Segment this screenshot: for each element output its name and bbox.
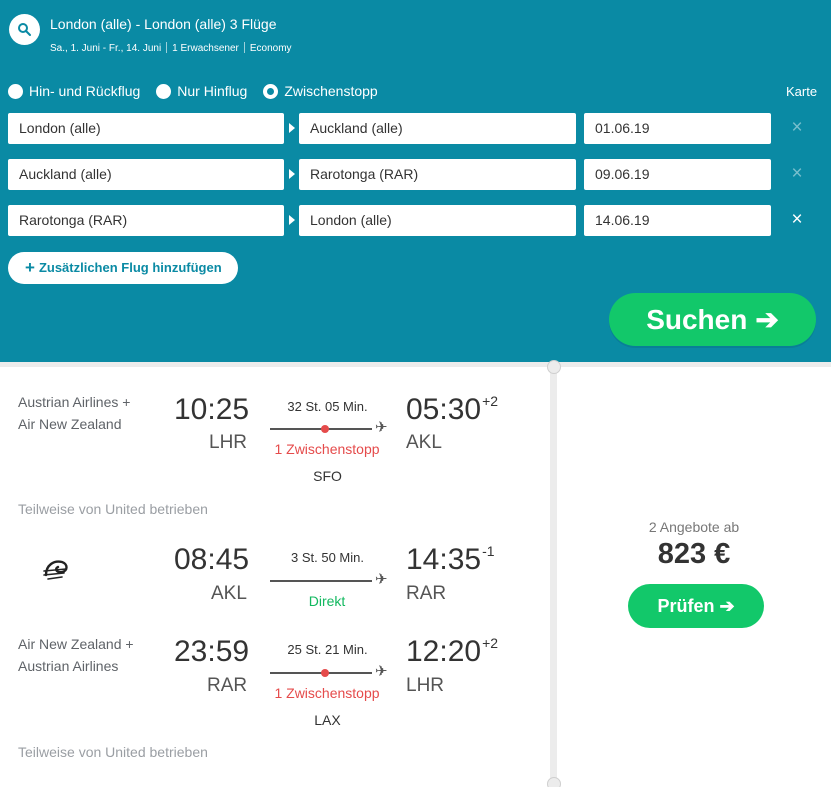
map-link[interactable]: Karte [786, 84, 817, 99]
destination-input[interactable]: Rarotonga (RAR) [299, 159, 576, 190]
radio-circle[interactable] [156, 83, 172, 99]
depart-airport: LHR [209, 432, 248, 453]
price-panel: 2 Angebote ab 823 € Prüfen ➔ [557, 367, 831, 787]
offers-count: 2 Angebote ab [648, 519, 740, 535]
date-input[interactable]: 01.06.19 [584, 113, 771, 144]
search-panel: London (alle) - London (alle) 3 Flüge Sa… [0, 0, 831, 362]
check-offer-button[interactable]: Prüfen ➔ [628, 584, 764, 628]
origin-input[interactable]: Rarotonga (RAR) [8, 205, 284, 236]
trip-type-label: Hin- und Rückflug [29, 83, 141, 99]
search-button-label: Suchen [646, 304, 748, 335]
traveler-count: 1 Erwachsener [172, 43, 239, 54]
arrive-time-value: 14:35 [406, 543, 482, 576]
plane-icon: ✈ [375, 571, 388, 588]
depart-airport: RAR [207, 675, 248, 696]
day-offset: -1 [482, 543, 495, 559]
price-value: 823 € [657, 538, 731, 570]
trip-type-one-way[interactable]: Nur Hinflug [156, 83, 247, 99]
operated-by-note: Teilweise von United betrieben [18, 744, 208, 760]
remove-leg-icon[interactable]: × [786, 209, 808, 231]
arrow-right-icon [289, 215, 295, 225]
radio-circle-selected[interactable] [263, 83, 279, 99]
flight-leg-1: London (alle) Auckland (alle) 01.06.19 × [8, 113, 818, 144]
arrive-airport: RAR [406, 583, 447, 604]
itinerary-panel[interactable]: Austrian Airlines + Air New Zealand 10:2… [0, 367, 550, 787]
radio-circle[interactable] [8, 83, 23, 99]
result-card[interactable]: Austrian Airlines + Air New Zealand 10:2… [0, 360, 831, 787]
airline-name: Austrian Airlines + Air New Zealand [18, 394, 131, 432]
add-flight-label: Zusätzlichen Flug hinzufügen [38, 260, 222, 275]
arrive-airport: AKL [406, 432, 442, 453]
edit-search-button[interactable] [9, 14, 40, 45]
operated-by-note: Teilweise von United betrieben [18, 501, 208, 517]
route-meta: Sa., 1. Juni - Fr., 14. Juni 1 Erwachsene… [50, 42, 292, 54]
route-line [270, 425, 372, 433]
stop-count: 1 Zwischenstopp [274, 685, 380, 701]
stop-dot [321, 669, 329, 677]
cabin-class: Economy [249, 43, 292, 54]
stopover-airport: SFO [313, 468, 342, 484]
stop-dot [321, 425, 329, 433]
flight-leg-2: Auckland (alle) Rarotonga (RAR) 09.06.19… [8, 159, 818, 190]
depart-time: 10:25 [174, 393, 250, 426]
remove-leg-icon[interactable]: × [786, 163, 808, 185]
depart-time: 23:59 [174, 635, 250, 668]
meta-divider [243, 42, 245, 53]
trip-type-multi-city[interactable]: Zwischenstopp [263, 83, 378, 99]
origin-input[interactable]: London (alle) [8, 113, 284, 144]
arrive-time-value: 12:20 [406, 635, 482, 668]
meta-divider [166, 42, 168, 53]
route-title: London (alle) - London (alle) 3 Flüge [50, 16, 277, 32]
origin-input[interactable]: Auckland (alle) [8, 159, 284, 190]
destination-input[interactable]: London (alle) [299, 205, 576, 236]
add-flight-button[interactable]: + Zusätzlichen Flug hinzufügen [8, 252, 238, 284]
depart-airport: AKL [211, 583, 247, 604]
arrive-time: 12:20+2 [406, 635, 498, 669]
check-button-label: Prüfen [657, 595, 715, 616]
stop-count: Direkt [308, 593, 346, 609]
depart-time: 08:45 [174, 543, 250, 576]
plane-icon: ✈ [375, 419, 388, 436]
trip-type-label: Zwischenstopp [284, 83, 378, 99]
arrow-right-icon [289, 123, 295, 133]
arrive-airport: LHR [406, 675, 445, 696]
trip-type-label: Nur Hinflug [177, 83, 248, 99]
day-offset: +2 [482, 635, 499, 651]
trip-type-round-trip[interactable]: Hin- und Rückflug [8, 83, 140, 99]
arrow-right-icon [289, 169, 295, 179]
flight-duration: 32 St. 05 Min. [287, 399, 368, 414]
arrow-right-icon: ➔ [755, 304, 779, 335]
stopover-airport: LAX [314, 712, 341, 728]
date-input[interactable]: 14.06.19 [584, 205, 771, 236]
search-button[interactable]: Suchen ➔ [609, 293, 816, 346]
search-icon [18, 23, 31, 36]
stop-count: 1 Zwischenstopp [274, 441, 380, 457]
trip-type-selector: Hin- und Rückflug Nur Hinflug Zwischenst… [8, 83, 394, 99]
route-line [270, 580, 372, 582]
destination-input[interactable]: Auckland (alle) [299, 113, 576, 144]
arrive-time: 14:35-1 [406, 543, 495, 577]
flight-duration: 3 St. 50 Min. [291, 550, 364, 565]
day-offset: +2 [482, 393, 499, 409]
remove-leg-icon[interactable]: × [786, 117, 808, 139]
date-input[interactable]: 09.06.19 [584, 159, 771, 190]
card-notch [547, 360, 561, 374]
arrow-right-icon: ➔ [719, 595, 735, 616]
arrive-time: 05:30+2 [406, 393, 498, 427]
travel-dates: Sa., 1. Juni - Fr., 14. Juni [50, 43, 162, 54]
card-notch [547, 777, 561, 787]
airline-name: Air New Zealand + Austrian Airlines [18, 636, 134, 674]
arrive-time-value: 05:30 [406, 393, 482, 426]
route-line [270, 669, 372, 677]
flight-leg-3: Rarotonga (RAR) London (alle) 14.06.19 × [8, 205, 818, 236]
flight-duration: 25 St. 21 Min. [287, 642, 368, 657]
plane-icon: ✈ [375, 663, 388, 680]
plus-icon: + [25, 258, 35, 277]
air-new-zealand-logo-icon [43, 560, 68, 580]
